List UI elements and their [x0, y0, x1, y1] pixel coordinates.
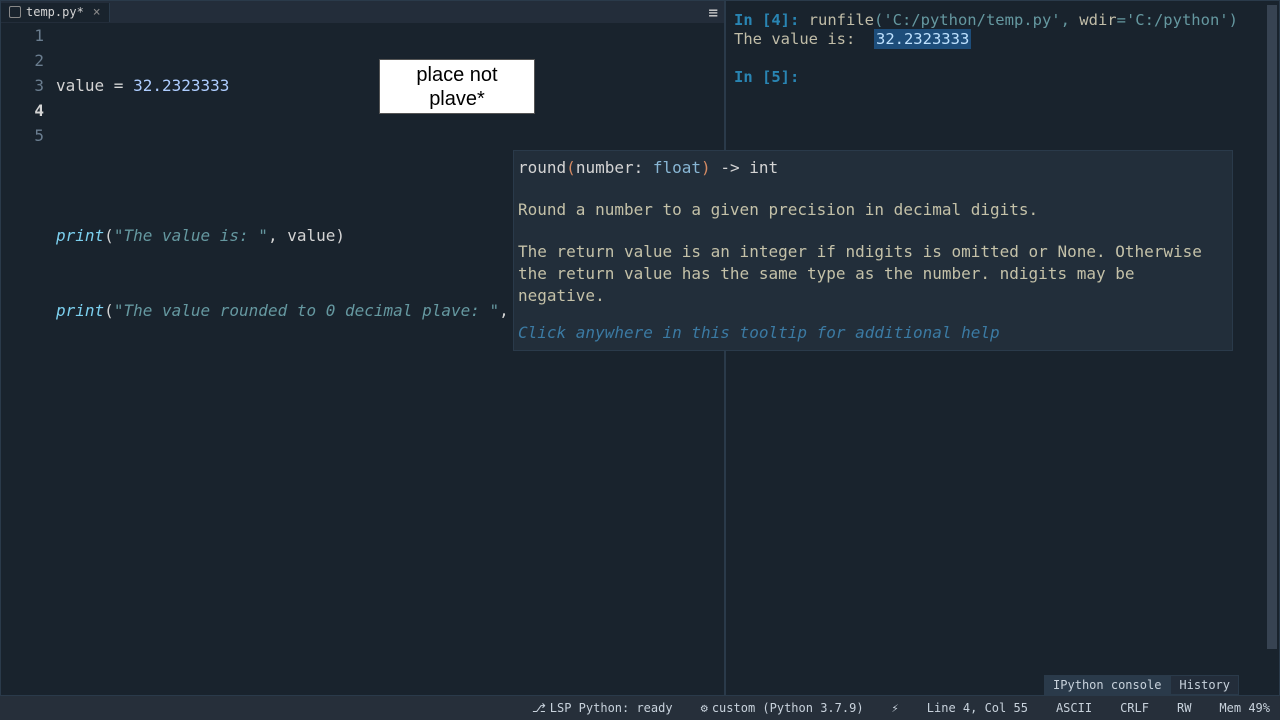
file-icon [9, 6, 21, 18]
tab-filename: temp.py* [26, 5, 84, 19]
status-bar: LSP Python: ready custom (Python 3.7.9) … [0, 696, 1280, 720]
tooltip-desc2: The return value is an integer if ndigit… [518, 241, 1228, 307]
kite-icon[interactable] [892, 701, 899, 715]
code-lines[interactable]: value = 32.2323333 print("The value is: … [56, 23, 724, 695]
line-gutter: 1 2 3 4 5 [1, 23, 56, 695]
code-editor[interactable]: 1 2 3 4 5 value = 32.2323333 print("The … [1, 23, 724, 695]
status-mode[interactable]: RW [1177, 701, 1191, 715]
console-line: The value is: 32.2323333 [734, 30, 1271, 49]
status-memory[interactable]: Mem 49% [1219, 701, 1270, 715]
tooltip-desc: Round a number to a given precision in d… [518, 199, 1228, 221]
editor-pane: temp.py* × ≡ 1 2 3 4 5 value = 32.232333… [0, 0, 725, 696]
status-lsp[interactable]: LSP Python: ready [532, 701, 673, 715]
hamburger-icon[interactable]: ≡ [708, 3, 718, 22]
console-line: In [4]: runfile('C:/python/temp.py', wdi… [734, 11, 1271, 30]
close-icon[interactable]: × [93, 5, 101, 20]
status-python-env[interactable]: custom (Python 3.7.9) [701, 701, 864, 715]
code-line [56, 373, 724, 398]
status-eol[interactable]: CRLF [1120, 701, 1149, 715]
file-tab-temp-py[interactable]: temp.py* × [1, 3, 110, 22]
scroll-thumb[interactable] [1267, 5, 1277, 649]
signature-tooltip[interactable]: round(number: float) -> int Round a numb… [513, 150, 1233, 351]
tooltip-signature: round(number: float) -> int [518, 157, 1228, 179]
tab-history[interactable]: History [1170, 675, 1239, 695]
console-line: In [5]: [734, 68, 1271, 87]
tooltip-help-link[interactable]: Click anywhere in this tooltip for addit… [518, 322, 1228, 344]
console-line [734, 49, 1271, 68]
annotation-callout: place not plave* [379, 59, 535, 114]
scrollbar[interactable] [1267, 5, 1277, 649]
editor-tabs: temp.py* × ≡ [1, 1, 724, 23]
status-cursor[interactable]: Line 4, Col 55 [927, 701, 1028, 715]
status-encoding[interactable]: ASCII [1056, 701, 1092, 715]
tab-ipython-console[interactable]: IPython console [1044, 675, 1170, 695]
console-tabs: IPython console History [726, 673, 1279, 695]
